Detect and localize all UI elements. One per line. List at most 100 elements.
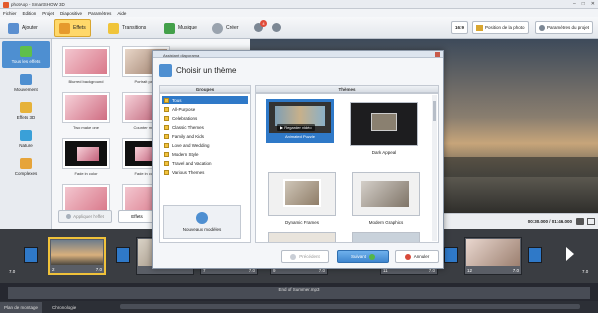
new-models-button[interactable]: Nouveaux modèles [163, 205, 241, 239]
group-item[interactable]: Love and Wedding [162, 141, 248, 149]
theme-card-modern-graphics[interactable] [352, 172, 420, 216]
app-icon [3, 1, 9, 8]
tab-timeline[interactable]: Chronologie [48, 302, 80, 313]
checkbox-icon [164, 142, 169, 148]
tab-storyboard[interactable]: Plan de montage [0, 302, 43, 313]
fullscreen-icon[interactable] [587, 218, 595, 225]
add-icon [8, 22, 19, 34]
scroll-right-icon[interactable] [566, 247, 574, 261]
minimize-button[interactable]: – [573, 1, 576, 7]
menu-project[interactable]: Projet [42, 11, 54, 16]
music-icon [164, 22, 175, 34]
nav-nature[interactable]: Nature [2, 125, 50, 152]
redo-icon[interactable] [272, 23, 281, 32]
checkbox-icon [164, 169, 169, 175]
themes-grid: ▶ Regarder vidéo Animated Puzzle Dark Ap… [255, 93, 439, 243]
nav-3d-effects[interactable]: Effets 3D [2, 97, 50, 124]
menu-file[interactable]: Fichier [3, 11, 17, 16]
notification-badge[interactable]: 4 [260, 20, 267, 27]
dialog-heading: Choisir un thème [159, 60, 236, 80]
group-item[interactable]: All-Purpose [162, 105, 248, 113]
checkbox-icon [164, 106, 169, 112]
dialog-title: Assistant diaporama [163, 52, 200, 58]
next-arrow-icon [369, 253, 375, 260]
effect-thumb[interactable] [62, 92, 110, 123]
slide-thumb[interactable]: 12 7.0 [464, 237, 522, 275]
maximize-button[interactable]: □ [582, 1, 585, 7]
effects-icon [59, 22, 70, 34]
snowflake-icon [20, 129, 32, 141]
theme-label: Dynamic Frames [284, 220, 319, 225]
close-button[interactable]: ✕ [591, 1, 595, 7]
tab-effects[interactable]: Effets [54, 19, 91, 37]
movement-icon [20, 73, 32, 85]
checkbox-icon [164, 133, 169, 139]
project-settings-button[interactable]: Paramètres du projet [535, 21, 594, 34]
theme-card-animated-puzzle[interactable]: ▶ Regarder vidéo Animated Puzzle [266, 99, 334, 143]
group-item[interactable]: Family and Kids [162, 132, 248, 140]
transition-thumb[interactable] [528, 247, 542, 263]
effect-thumb[interactable] [62, 138, 110, 169]
main-toolbar: Ajouter Effets Transitions Musique Créer… [0, 17, 598, 39]
audio-track: End of Summer.mp3 [0, 283, 598, 301]
tab-add[interactable]: Ajouter [4, 19, 42, 37]
theme-label: Modern Graphics [368, 220, 404, 225]
group-item[interactable]: Various Themes [162, 168, 248, 176]
tab-create[interactable]: Créer [208, 19, 243, 37]
themes-scrollbar[interactable] [432, 95, 437, 241]
menu-bar: Fichier Edition Projet Diapositive Param… [0, 9, 598, 17]
menu-settings[interactable]: Paramètres [88, 11, 111, 16]
slide-duration: 7.0 [582, 269, 589, 274]
cube-icon [20, 101, 32, 113]
next-button[interactable]: Suivant [337, 250, 389, 263]
theme-card-dark-appeal[interactable] [350, 102, 418, 146]
nav-all-effects[interactable]: Tous les effets [2, 41, 50, 68]
slide-thumb[interactable]: 2 7.0 [48, 237, 106, 275]
frames-preview [283, 179, 321, 207]
photo-position-button[interactable]: Position de la photo [472, 21, 529, 34]
apply-icon [66, 214, 72, 219]
group-item[interactable]: Travel and Vacation [162, 159, 248, 167]
theme-card-dynamic-frames[interactable] [268, 172, 336, 216]
menu-slide[interactable]: Diapositive [60, 11, 82, 16]
effects-menu-button[interactable]: Effets [118, 210, 156, 223]
watch-video-button[interactable]: ▶ Regarder vidéo [277, 124, 315, 131]
camera-icon[interactable] [576, 218, 584, 225]
ratio-button[interactable]: 16:9 [451, 21, 469, 34]
group-item[interactable]: Tous [162, 96, 248, 104]
group-item[interactable]: Celebrations [162, 114, 248, 122]
previous-button[interactable]: Précédent [281, 250, 329, 263]
effect-label: Two make one [72, 125, 99, 130]
apply-effect-button[interactable]: Appliquer l'effet [58, 210, 112, 223]
effect-thumb[interactable] [62, 46, 110, 77]
title-bar: photAop - SmartSHOW 3D – □ ✕ [0, 0, 598, 9]
wizard-icon [159, 63, 172, 77]
menu-help[interactable]: Aide [117, 11, 126, 16]
transition-thumb[interactable] [116, 247, 130, 263]
cancel-button[interactable]: Annuler [395, 250, 439, 263]
transition-thumb[interactable] [444, 247, 458, 263]
transition-thumb[interactable] [24, 247, 38, 263]
effect-label: Blurred background [68, 79, 104, 84]
dialog-close-icon[interactable] [435, 52, 440, 57]
effects-category-nav: Tous les effets Mouvement Effets 3D Natu… [0, 39, 52, 229]
view-tabs: Plan de montage Chronologie [0, 301, 598, 313]
slideshow-wizard-dialog: Assistant diaporama Choisir un thème Gro… [152, 50, 444, 269]
tab-transitions[interactable]: Transitions [104, 19, 150, 37]
group-item[interactable]: Classic Themes [162, 123, 248, 131]
timeline-scrollbar[interactable] [120, 304, 580, 309]
nav-movement[interactable]: Mouvement [2, 69, 50, 96]
group-item[interactable]: Modern Style [162, 150, 248, 158]
nav-complex[interactable]: Complexes [2, 153, 50, 180]
tab-music[interactable]: Musique [160, 19, 201, 37]
theme-card[interactable] [268, 232, 336, 242]
theme-label: Dark Appeal [371, 150, 397, 155]
effect-label: Fade in color [74, 171, 98, 176]
photo-icon [476, 24, 483, 31]
gear-icon [539, 24, 545, 31]
theme-card[interactable] [352, 232, 420, 242]
audio-file-name: End of Summer.mp3 [278, 287, 320, 292]
new-models-icon [196, 212, 208, 224]
close-icon [404, 253, 411, 260]
menu-edit[interactable]: Edition [23, 11, 37, 16]
